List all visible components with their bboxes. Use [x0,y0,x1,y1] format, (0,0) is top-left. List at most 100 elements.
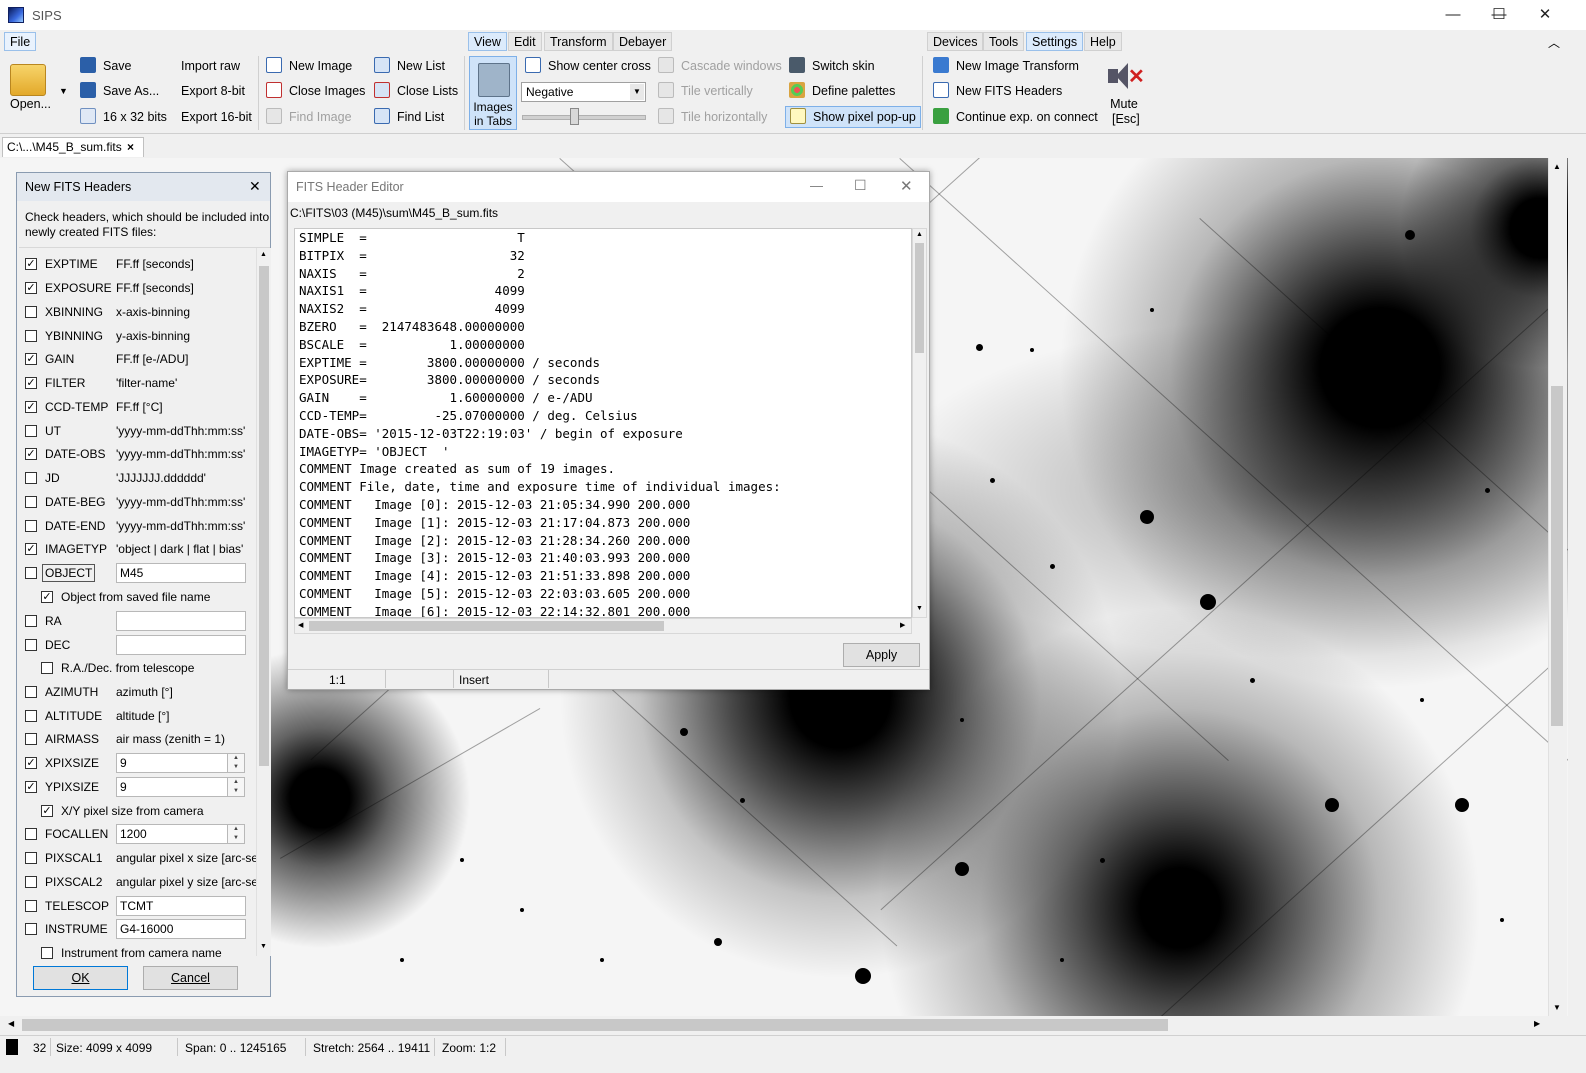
close-tab-icon[interactable]: × [127,138,134,156]
close-icon[interactable]: ✕ [900,177,913,195]
vertical-scroll-thumb[interactable] [1551,386,1563,726]
checkbox[interactable]: ✓ [25,543,37,555]
scroll-left-icon[interactable]: ◀ [298,621,303,629]
tab-transform[interactable]: Transform [544,32,613,51]
save-button[interactable]: Save [80,55,132,77]
scroll-down-icon[interactable]: ▼ [1553,1003,1561,1012]
checkbox[interactable] [25,520,37,532]
focallen-input[interactable]: 1200 [116,824,228,844]
scroll-up-icon[interactable]: ▲ [916,231,923,238]
new-image-transform-button[interactable]: New Image Transform [933,55,1079,77]
export-8bit-button[interactable]: Export 8-bit [181,80,245,102]
ypixsize-spinner[interactable]: ▲ ▼ [227,777,245,797]
checkbox[interactable] [25,567,37,579]
checkbox[interactable] [25,686,37,698]
checkbox[interactable]: ✓ [25,282,37,294]
cascade-windows-button[interactable]: Cascade windows [658,55,782,77]
maximize-icon[interactable]: ☐ [854,177,867,194]
tab-debayer[interactable]: Debayer [613,32,673,51]
checkbox[interactable]: ✓ [25,353,37,365]
tile-horizontally-button[interactable]: Tile horizontally [658,106,767,128]
checkbox[interactable]: ✓ [25,401,37,413]
close-lists-button[interactable]: Close Lists [374,80,458,102]
checkbox[interactable]: ✓ [25,757,37,769]
checkbox[interactable]: ✓ [25,377,37,389]
tile-vertically-button[interactable]: Tile vertically [658,80,753,102]
checkbox[interactable] [25,876,37,888]
checkbox[interactable] [25,923,37,935]
new-fits-headers-button[interactable]: New FITS Headers [933,80,1062,102]
close-images-button[interactable]: Close Images [266,80,365,102]
object-input[interactable]: M45 [116,563,246,583]
instrume-input[interactable]: G4-16000 [116,919,246,939]
maximize-btn[interactable]: ☐ [1476,0,1522,30]
tab-settings[interactable]: Settings [1026,32,1084,51]
ypixsize-input[interactable]: 9 [116,777,228,797]
scroll-right-icon[interactable]: ▶ [900,621,905,629]
telescop-input[interactable]: TCMT [116,896,246,916]
panel-scrollbar[interactable]: ▲ ▼ [256,248,271,956]
new-list-button[interactable]: New List [374,55,445,77]
checkbox[interactable] [25,306,37,318]
scroll-left-icon[interactable]: ◀ [8,1019,14,1028]
find-image-button[interactable]: Find Image [266,106,352,128]
checkbox[interactable] [25,828,37,840]
checkbox[interactable] [25,615,37,627]
vertical-scrollbar[interactable]: ▲ ▼ [1548,158,1567,1016]
checkbox[interactable] [25,330,37,342]
editor-scroll-thumb[interactable] [915,243,924,353]
checkbox[interactable] [25,472,37,484]
horizontal-scrollbar[interactable]: ◀ ▶ [0,1016,1548,1034]
images-in-tabs-button[interactable]: Images in Tabs [469,56,517,130]
apply-button[interactable]: Apply [843,643,920,667]
stretch-slider-thumb[interactable] [570,108,579,125]
checkbox[interactable] [25,710,37,722]
switch-skin-button[interactable]: Switch skin [789,55,875,77]
minimize-icon[interactable]: — [810,178,823,193]
checkbox[interactable] [25,900,37,912]
editor-hscroll-thumb[interactable] [309,621,664,631]
bits-button[interactable]: 16 x 32 bits [80,106,167,128]
checkbox[interactable]: ✓ [41,805,53,817]
checkbox[interactable]: ✓ [41,591,53,603]
show-pixel-popup-button[interactable]: Show pixel pop-up [785,106,921,128]
dec-input[interactable] [116,635,246,655]
tab-devices[interactable]: Devices [927,32,984,51]
checkbox[interactable]: ✓ [25,258,37,270]
tab-document[interactable]: C:\...\M45_B_sum.fits × [2,137,144,157]
scroll-right-icon[interactable]: ▶ [1534,1019,1540,1028]
checkbox[interactable] [25,852,37,864]
tab-view[interactable]: View [468,32,507,51]
checkbox[interactable] [41,662,53,674]
checkbox[interactable] [25,639,37,651]
scroll-down-icon[interactable]: ▼ [916,605,923,612]
open-dropdown-icon[interactable]: ▼ [59,86,68,96]
mute-button[interactable]: Mute [1110,97,1138,111]
tab-help[interactable]: Help [1084,32,1122,51]
continue-exp-button[interactable]: Continue exp. on connect [933,106,1098,128]
editor-vertical-scrollbar[interactable]: ▲ ▼ [912,228,927,618]
palette-select[interactable]: Negative ▼ [521,82,646,102]
scroll-up-icon[interactable]: ▲ [260,251,267,258]
xpixsize-input[interactable]: 9 [116,753,228,773]
export-16bit-button[interactable]: Export 16-bit [181,106,252,128]
header-text-area[interactable]: SIMPLE = T BITPIX = 32 NAXIS = 2 NAXIS1 … [294,228,912,618]
tab-file[interactable]: File [4,32,37,51]
scroll-up-icon[interactable]: ▲ [1553,162,1561,171]
ra-input[interactable] [116,611,246,631]
collapse-ribbon-icon[interactable]: ︿ [1548,34,1560,51]
tab-tools[interactable]: Tools [983,32,1025,51]
minimize-btn[interactable]: — [1430,0,1476,30]
close-btn[interactable]: ✕ [1522,0,1568,30]
editor-horizontal-scrollbar[interactable]: ◀ ▶ [294,618,912,634]
cancel-button[interactable]: Cancel [143,966,238,990]
checkbox[interactable] [41,947,53,959]
find-list-button[interactable]: Find List [374,106,444,128]
checkbox[interactable]: ✓ [25,781,37,793]
show-center-cross-button[interactable]: Show center cross [525,55,651,77]
checkbox[interactable] [25,425,37,437]
new-image-button[interactable]: New Image [266,55,352,77]
open-button[interactable]: Open... [10,97,51,111]
horizontal-scroll-thumb[interactable] [22,1019,1168,1031]
xpixsize-spinner[interactable]: ▲ ▼ [227,753,245,773]
